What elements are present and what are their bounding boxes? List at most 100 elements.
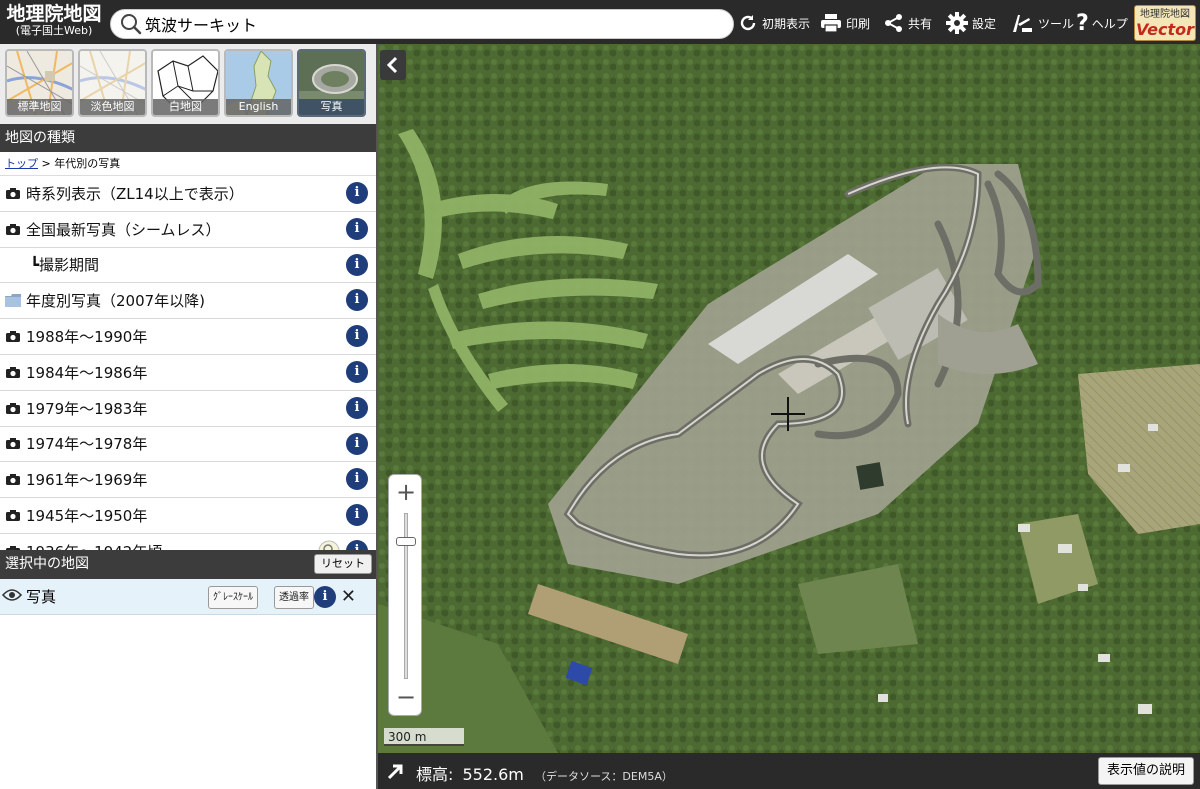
vector-button-bottom: Vector — [1135, 20, 1195, 39]
info-icon[interactable]: i — [346, 325, 368, 348]
search-box — [110, 9, 734, 39]
folder-icon — [0, 294, 26, 308]
list-item-label: 全国最新写真（シームレス） — [26, 220, 221, 239]
info-icon[interactable]: i — [346, 182, 368, 204]
info-icon[interactable]: i — [346, 504, 368, 527]
vector-map-button[interactable]: 地理院地図 Vector — [1134, 5, 1196, 41]
zoom-control: + − — [388, 474, 422, 716]
settings-label: 設定 — [972, 16, 997, 31]
grayscale-button[interactable]: ｸﾞﾚｰｽｹｰﾙ — [208, 586, 258, 609]
printer-icon — [821, 14, 841, 33]
share-button[interactable]: 共有 — [884, 8, 932, 38]
explain-values-button[interactable]: 表示値の説明 — [1097, 757, 1194, 785]
scale-bar: 300 m — [384, 728, 464, 746]
aerial-photo — [378, 44, 1200, 753]
eye-icon[interactable] — [1, 588, 26, 606]
info-icon[interactable]: i — [346, 253, 368, 276]
list-item-shooting-period[interactable]: ┗撮影期間 i — [0, 248, 376, 284]
selected-maps-title: 選択中の地図 — [5, 556, 89, 572]
logo-title: 地理院地図 — [6, 3, 102, 25]
list-item-1979[interactable]: 1979年～1983年 i — [0, 391, 376, 427]
list-item-timeseries[interactable]: 時系列表示（ZL14以上で表示） i — [0, 176, 376, 212]
thumb-blank-map[interactable]: 白地図 — [151, 49, 220, 117]
list-item-latest-photo[interactable]: 全国最新写真（シームレス） i — [0, 212, 376, 248]
camera-icon — [0, 366, 26, 378]
chevron-left-icon — [386, 56, 398, 74]
list-item-1984[interactable]: 1984年～1986年 i — [0, 355, 376, 391]
zoom-in-button[interactable]: + — [389, 477, 423, 507]
help-button[interactable]: ? ヘルプ — [1076, 8, 1128, 38]
list-item-label: 1961年～1969年 — [26, 471, 148, 490]
thumb-label: 標準地図 — [7, 99, 72, 115]
breadcrumb-current: > 年代別の写真 — [38, 157, 121, 170]
list-item-label: 1974年～1978年 — [26, 435, 148, 454]
list-item-label: 1984年～1986年 — [26, 363, 148, 382]
camera-icon — [0, 402, 26, 414]
breadcrumb-top-link[interactable]: トップ — [5, 157, 38, 170]
reset-button[interactable]: リセット — [314, 554, 372, 574]
data-source: （データソース：DEM5A） — [534, 770, 673, 783]
camera-icon — [0, 223, 26, 235]
collapse-panel-button[interactable] — [380, 50, 406, 80]
thumb-photo-map[interactable]: 写真 — [297, 49, 366, 117]
list-item-label: 時系列表示（ZL14以上で表示） — [26, 184, 244, 203]
info-icon[interactable]: i — [346, 468, 368, 491]
info-icon[interactable]: i — [346, 396, 368, 419]
share-icon — [885, 14, 902, 32]
initial-view-button[interactable]: 初期表示 — [738, 8, 810, 38]
status-bar: 標高: 552.6m （データソース：DEM5A） 表示値の説明 — [378, 753, 1200, 789]
list-item-1945[interactable]: 1945年～1950年 i — [0, 498, 376, 534]
search-icon[interactable] — [117, 10, 145, 38]
thumb-pale-map[interactable]: 淡色地図 — [78, 49, 147, 117]
camera-icon — [0, 510, 26, 522]
map-types-header: 地図の種類 — [0, 124, 376, 152]
print-button[interactable]: 印刷 — [820, 8, 870, 38]
tools-icon — [1013, 15, 1032, 32]
thumb-english-map[interactable]: English — [224, 49, 293, 117]
list-item-label: 1979年～1983年 — [26, 399, 148, 418]
camera-icon — [0, 474, 26, 486]
help-label: ヘルプ — [1091, 16, 1128, 31]
list-item-label: ┗撮影期間 — [30, 256, 100, 275]
thumb-label: 写真 — [299, 99, 364, 115]
gear-icon — [946, 12, 968, 34]
info-icon[interactable]: i — [346, 289, 368, 312]
close-icon[interactable]: ✕ — [341, 586, 356, 607]
thumb-label: 淡色地図 — [80, 99, 145, 115]
info-icon[interactable]: i — [346, 217, 368, 240]
info-icon[interactable]: i — [346, 539, 368, 550]
zoom-out-button[interactable]: − — [389, 683, 423, 713]
layer-panel: 標準地図 淡色地図 白地図 English 写真 地図の種類 トップ > 年代別… — [0, 44, 378, 789]
thumb-label: 白地図 — [153, 99, 218, 115]
opacity-button[interactable]: 透過率 — [274, 586, 314, 609]
tools-button[interactable]: ツール — [1010, 8, 1074, 38]
map-view[interactable]: + − 300 m — [378, 44, 1200, 753]
settings-button[interactable]: 設定 — [946, 8, 996, 38]
thumb-label: English — [226, 99, 291, 115]
zoom-slider-handle[interactable] — [396, 537, 416, 546]
arrow-up-right-icon[interactable] — [386, 761, 406, 781]
list-item-1974[interactable]: 1974年～1978年 i — [0, 427, 376, 463]
initial-view-label: 初期表示 — [762, 16, 811, 31]
refresh-icon — [740, 15, 756, 31]
camera-icon — [0, 331, 26, 343]
list-item-1936[interactable]: 1936年～1942年頃 i — [0, 534, 376, 550]
list-item-yearly-folder[interactable]: 年度別写真（2007年以降) i — [0, 283, 376, 320]
thumb-standard-map[interactable]: 標準地図 — [5, 49, 74, 117]
magnifier-icon[interactable] — [318, 540, 340, 550]
info-icon[interactable]: i — [346, 360, 368, 383]
selected-layer-photo[interactable]: 写真 ｸﾞﾚｰｽｹｰﾙ 透過率 i ✕ — [0, 579, 376, 615]
list-item-1988[interactable]: 1988年～1990年 i — [0, 319, 376, 355]
elevation-label: 標高: — [416, 765, 454, 784]
breadcrumb: トップ > 年代別の写真 — [0, 152, 376, 176]
print-label: 印刷 — [846, 16, 871, 31]
list-item-label: 1936年～1942年頃 — [26, 541, 162, 550]
info-icon[interactable]: i — [314, 586, 336, 608]
info-icon[interactable]: i — [346, 432, 368, 455]
elevation-value: 552.6m — [462, 765, 524, 784]
search-input[interactable] — [145, 14, 705, 34]
top-header: 地理院地図 (電子国土Web) 初期表示 印刷 共有 — [0, 0, 1200, 44]
elevation-readout: 標高: 552.6m （データソース：DEM5A） — [416, 761, 673, 785]
list-item-1961[interactable]: 1961年～1969年 i — [0, 462, 376, 499]
app-logo[interactable]: 地理院地図 (電子国土Web) — [4, 4, 104, 42]
